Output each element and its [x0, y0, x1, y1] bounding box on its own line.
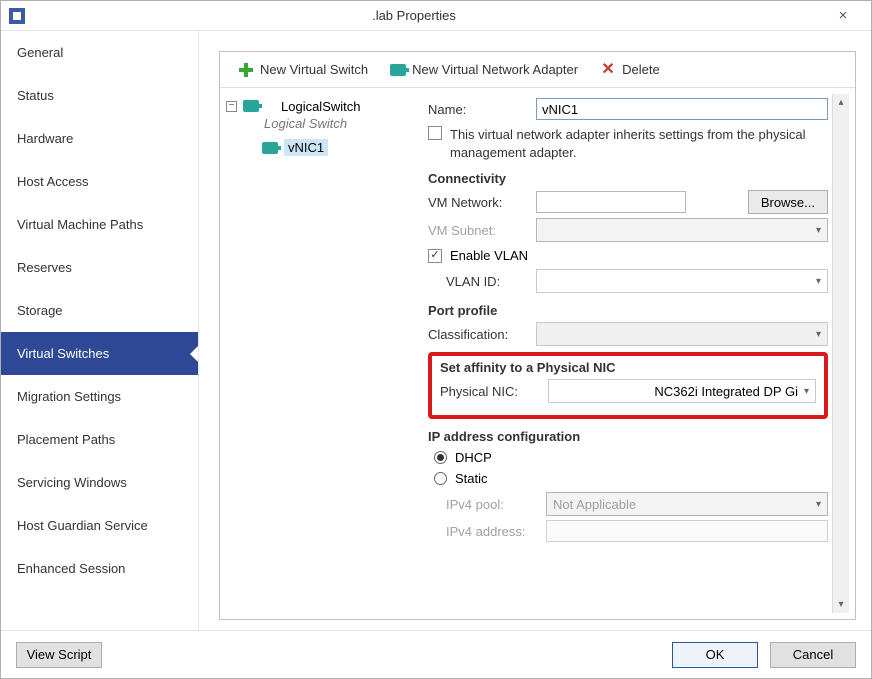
- properties-dialog: .lab Properties × General Status Hardwar…: [0, 0, 872, 679]
- sidebar-item-migration-settings[interactable]: Migration Settings: [1, 375, 198, 418]
- ip-config-heading: IP address configuration: [428, 429, 828, 444]
- classification-label: Classification:: [428, 327, 528, 342]
- nic-icon: [243, 98, 259, 114]
- physical-nic-value: NC362i Integrated DP Gi: [555, 384, 804, 399]
- static-radio[interactable]: [434, 472, 447, 485]
- inherit-checkbox[interactable]: [428, 126, 442, 140]
- port-profile-heading: Port profile: [428, 303, 828, 318]
- delete-x-icon: ✕: [600, 62, 616, 78]
- nic-icon: [390, 62, 406, 78]
- dhcp-radio[interactable]: [434, 451, 447, 464]
- new-virtual-switch-button[interactable]: New Virtual Switch: [230, 58, 376, 82]
- sidebar-item-status[interactable]: Status: [1, 74, 198, 117]
- vlan-id-select[interactable]: ▾: [536, 269, 828, 293]
- physical-nic-select[interactable]: NC362i Integrated DP Gi ▾: [548, 379, 816, 403]
- vm-network-label: VM Network:: [428, 195, 528, 210]
- ipv4-address-input: [546, 520, 828, 542]
- connectivity-heading: Connectivity: [428, 171, 828, 186]
- plus-icon: [238, 62, 254, 78]
- tree-child[interactable]: vNIC1: [226, 137, 414, 158]
- name-input[interactable]: [536, 98, 828, 120]
- delete-button[interactable]: ✕ Delete: [592, 58, 668, 82]
- virtual-switches-panel: New Virtual Switch New Virtual Network A…: [219, 51, 856, 620]
- nic-icon: [262, 140, 278, 156]
- ipv4-pool-label: IPv4 pool:: [428, 497, 538, 512]
- dialog-body: General Status Hardware Host Access Virt…: [1, 31, 871, 630]
- sidebar-item-general[interactable]: General: [1, 31, 198, 74]
- sidebar-item-host-access[interactable]: Host Access: [1, 160, 198, 203]
- dhcp-label: DHCP: [455, 450, 492, 465]
- sidebar-item-reserves[interactable]: Reserves: [1, 246, 198, 289]
- chevron-down-icon: ▾: [816, 225, 821, 236]
- new-virtual-network-adapter-button[interactable]: New Virtual Network Adapter: [382, 58, 586, 82]
- chevron-down-icon: ▾: [816, 499, 821, 510]
- sidebar-item-vm-paths[interactable]: Virtual Machine Paths: [1, 203, 198, 246]
- vm-subnet-select: ▾: [536, 218, 828, 242]
- tree-child-label: vNIC1: [284, 139, 328, 156]
- content-area: New Virtual Switch New Virtual Network A…: [198, 31, 871, 630]
- cancel-button[interactable]: Cancel: [770, 642, 856, 668]
- expand-toggle[interactable]: −: [226, 101, 237, 112]
- vm-subnet-label: VM Subnet:: [428, 223, 528, 238]
- sidebar[interactable]: General Status Hardware Host Access Virt…: [1, 31, 198, 630]
- chevron-down-icon: ▾: [816, 329, 821, 340]
- vlan-id-label: VLAN ID:: [428, 274, 528, 289]
- tree-root-label: LogicalSwitch: [281, 99, 361, 114]
- name-label: Name:: [428, 102, 528, 117]
- switch-tree[interactable]: − LogicalSwitch Logical Switch vNIC1: [220, 88, 420, 619]
- sidebar-item-servicing-windows[interactable]: Servicing Windows: [1, 461, 198, 504]
- delete-label: Delete: [622, 62, 660, 77]
- view-script-button[interactable]: View Script: [16, 642, 102, 668]
- tree-root[interactable]: − LogicalSwitch: [226, 96, 414, 116]
- classification-select[interactable]: ▾: [536, 322, 828, 346]
- sidebar-item-host-guardian[interactable]: Host Guardian Service: [1, 504, 198, 547]
- browse-button[interactable]: Browse...: [748, 190, 828, 214]
- sidebar-item-hardware[interactable]: Hardware: [1, 117, 198, 160]
- new-virtual-switch-label: New Virtual Switch: [260, 62, 368, 77]
- enable-vlan-checkbox[interactable]: [428, 249, 442, 263]
- new-virtual-network-adapter-label: New Virtual Network Adapter: [412, 62, 578, 77]
- tree-root-caption: Logical Switch: [264, 116, 414, 131]
- chevron-down-icon: ▾: [816, 276, 821, 287]
- ipv4-pool-select: Not Applicable ▾: [546, 492, 828, 516]
- inherit-text: This virtual network adapter inherits se…: [450, 126, 828, 161]
- window-title: .lab Properties: [5, 8, 823, 23]
- toolbar: New Virtual Switch New Virtual Network A…: [220, 52, 855, 88]
- sidebar-item-virtual-switches[interactable]: Virtual Switches: [1, 332, 198, 375]
- adapter-form: Name: This virtual network adapter inher…: [420, 88, 855, 619]
- ok-button[interactable]: OK: [672, 642, 758, 668]
- scroll-down-arrow-icon[interactable]: ▾: [833, 596, 849, 613]
- physical-nic-label: Physical NIC:: [440, 384, 540, 399]
- sidebar-item-placement-paths[interactable]: Placement Paths: [1, 418, 198, 461]
- titlebar: .lab Properties ×: [1, 1, 871, 31]
- sidebar-item-enhanced-session[interactable]: Enhanced Session: [1, 547, 198, 590]
- form-scrollbar[interactable]: ▴ ▾: [832, 94, 849, 613]
- static-label: Static: [455, 471, 488, 486]
- dialog-footer: View Script OK Cancel: [1, 630, 871, 678]
- ipv4-pool-value: Not Applicable: [553, 497, 636, 512]
- affinity-heading: Set affinity to a Physical NIC: [440, 360, 816, 375]
- ipv4-address-label: IPv4 address:: [428, 524, 538, 539]
- sidebar-item-storage[interactable]: Storage: [1, 289, 198, 332]
- close-button[interactable]: ×: [823, 7, 863, 24]
- affinity-highlight: Set affinity to a Physical NIC Physical …: [428, 352, 828, 419]
- panel-body: − LogicalSwitch Logical Switch vNIC1: [220, 88, 855, 619]
- chevron-down-icon: ▾: [804, 386, 809, 397]
- scroll-up-arrow-icon[interactable]: ▴: [833, 94, 849, 111]
- vm-network-input[interactable]: [536, 191, 686, 213]
- enable-vlan-label: Enable VLAN: [450, 248, 528, 263]
